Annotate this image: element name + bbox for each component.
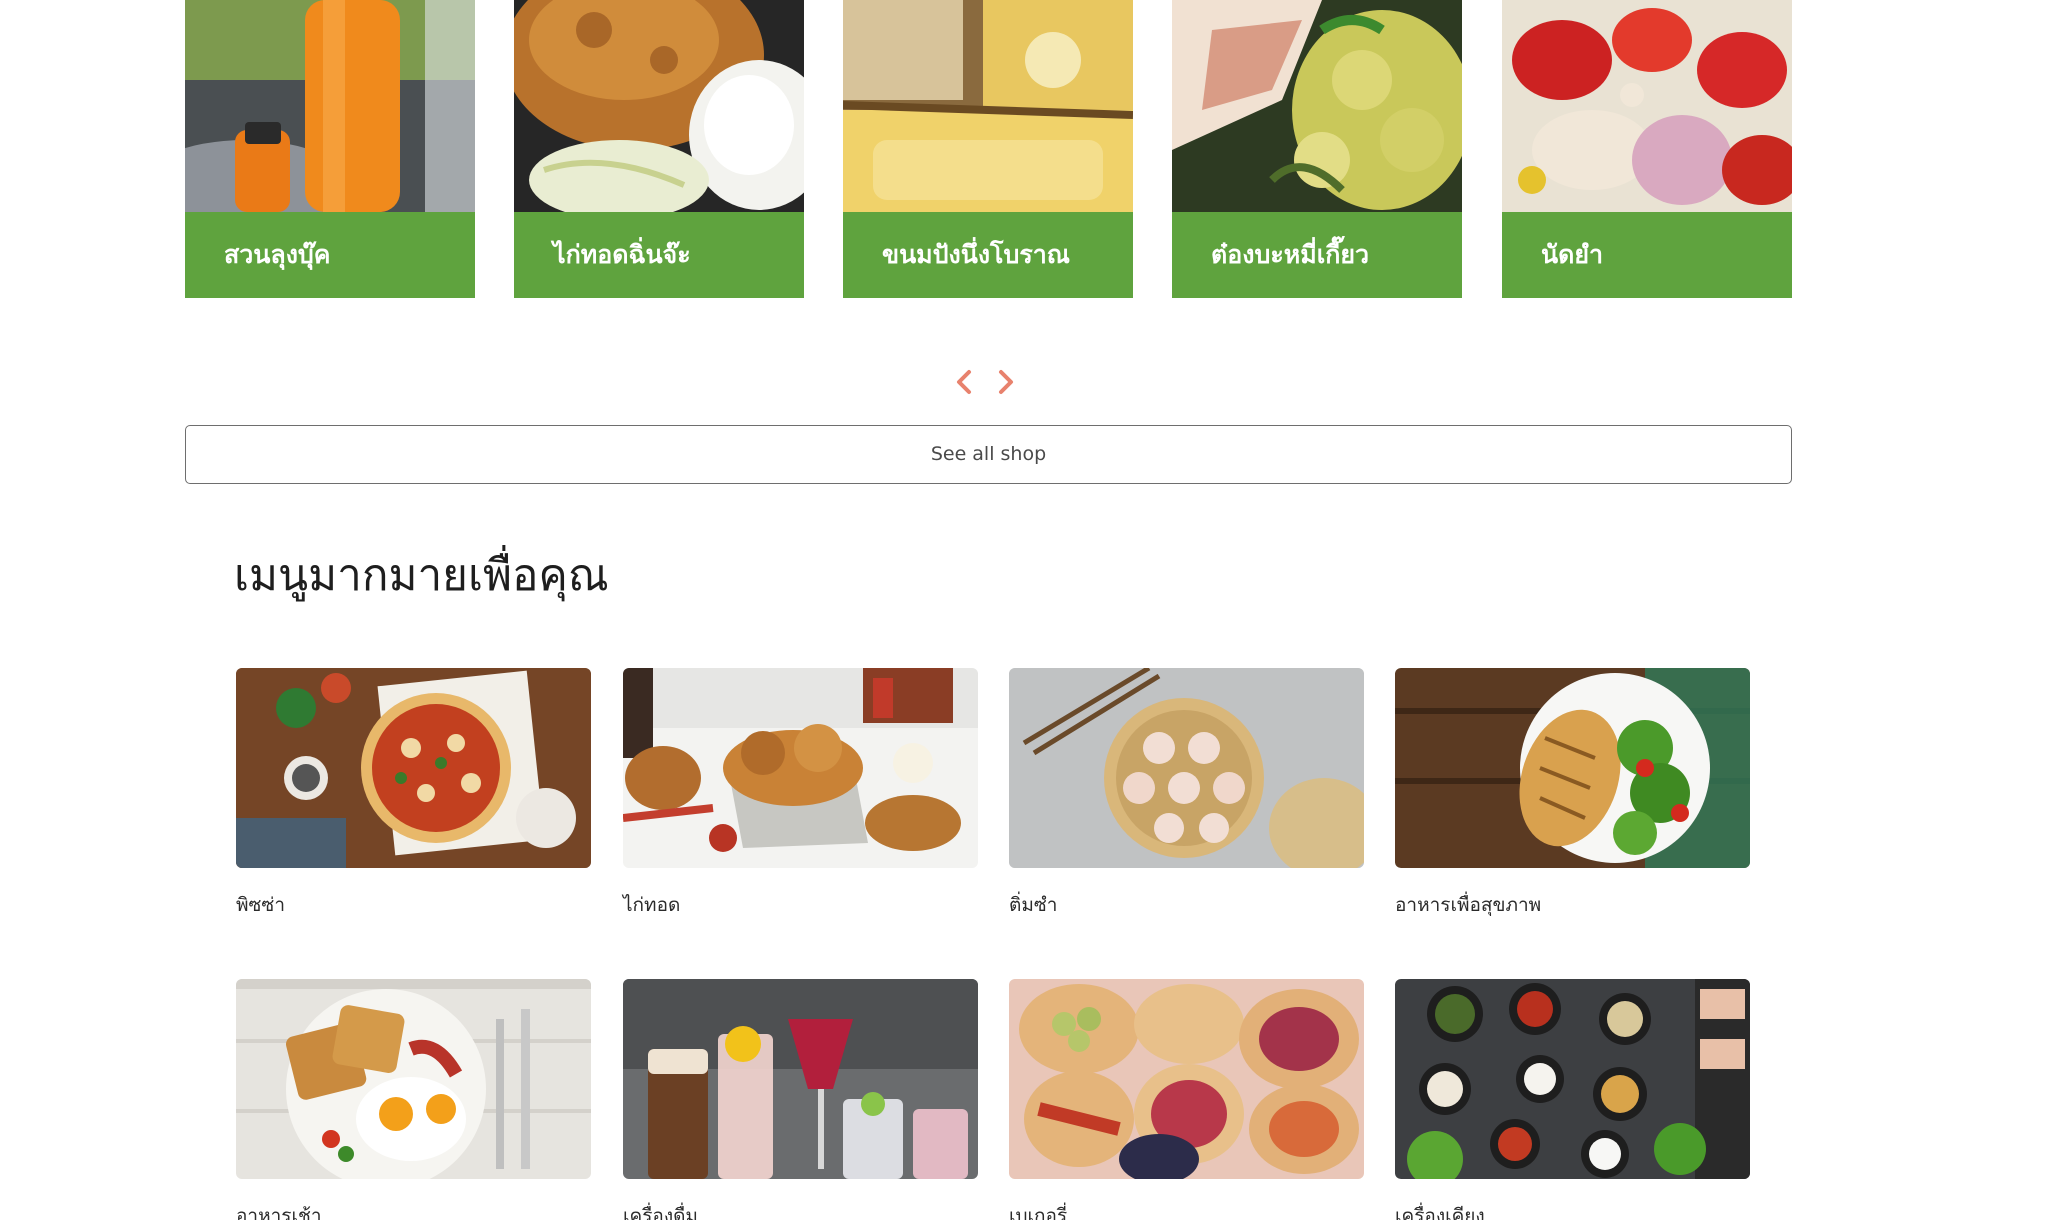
- shop-card[interactable]: สวนลุงบุ๊ค: [185, 0, 475, 298]
- shop-name: สวนลุงบุ๊ค: [185, 212, 475, 298]
- pizza-photo: [236, 668, 591, 868]
- breakfast-photo: [236, 979, 591, 1179]
- shop-name: นัดยำ: [1502, 212, 1792, 298]
- shop-carousel: สวนลุงบุ๊ค ไก่ทอดฉิ่นจ๊ะ ขนมปังนึ่งโบราณ…: [185, 0, 1792, 298]
- fried-chicken-photo: [623, 668, 978, 868]
- wonton-noodle-photo: [1172, 0, 1462, 212]
- menu-category-label: อาหารเพื่อสุขภาพ: [1395, 894, 1542, 916]
- menu-category-card[interactable]: อาหารเช้า: [236, 979, 591, 1220]
- healthy-food-photo: [1395, 668, 1750, 868]
- side-dishes-photo: [1395, 979, 1750, 1179]
- menu-category-label: เครื่องดื่ม: [623, 1205, 698, 1220]
- see-all-shop-button[interactable]: See all shop: [185, 425, 1792, 484]
- shop-name: ต๋องบะหมี่เกี๊ยว: [1172, 212, 1462, 298]
- shop-name: ขนมปังนึ่งโบราณ: [843, 212, 1133, 298]
- dim-sum-photo: [1009, 668, 1364, 868]
- menu-category-label: ไก่ทอด: [623, 894, 681, 916]
- shop-card[interactable]: ต๋องบะหมี่เกี๊ยว: [1172, 0, 1462, 298]
- steamed-bread-photo: [843, 0, 1133, 212]
- menu-category-label: เบเกอรี่: [1009, 1205, 1068, 1220]
- page: สวนลุงบุ๊ค ไก่ทอดฉิ่นจ๊ะ ขนมปังนึ่งโบราณ…: [0, 0, 2071, 1220]
- menu-category-label: ติ่มซำ: [1009, 894, 1058, 916]
- menu-category-card[interactable]: ไก่ทอด: [623, 668, 978, 920]
- spicy-salad-photo: [1502, 0, 1792, 212]
- menu-category-label: พิซซ่า: [236, 894, 285, 916]
- fried-chicken-rice-photo: [514, 0, 804, 212]
- menu-category-card[interactable]: เครื่องเคียง: [1395, 979, 1750, 1220]
- menu-section-title: เมนูมากมายเพื่อคุณ: [234, 550, 609, 601]
- menu-category-card[interactable]: เครื่องดื่ม: [623, 979, 978, 1220]
- shop-card[interactable]: นัดยำ: [1502, 0, 1792, 298]
- menu-category-card[interactable]: ติ่มซำ: [1009, 668, 1364, 920]
- shop-card[interactable]: ไก่ทอดฉิ่นจ๊ะ: [514, 0, 804, 298]
- menu-category-label: เครื่องเคียง: [1395, 1205, 1485, 1220]
- carousel-controls: [950, 364, 1020, 400]
- bakery-photo: [1009, 979, 1364, 1179]
- shop-name: ไก่ทอดฉิ่นจ๊ะ: [514, 212, 804, 298]
- shop-card[interactable]: ขนมปังนึ่งโบราณ: [843, 0, 1133, 298]
- orange-juice-bottle-photo: [185, 0, 475, 212]
- menu-category-card[interactable]: พิซซ่า: [236, 668, 591, 920]
- chevron-right-icon[interactable]: [992, 364, 1020, 400]
- menu-category-card[interactable]: เบเกอรี่: [1009, 979, 1364, 1220]
- drinks-photo: [623, 979, 978, 1179]
- menu-category-card[interactable]: อาหารเพื่อสุขภาพ: [1395, 668, 1750, 920]
- menu-category-label: อาหารเช้า: [236, 1205, 322, 1220]
- chevron-left-icon[interactable]: [950, 364, 978, 400]
